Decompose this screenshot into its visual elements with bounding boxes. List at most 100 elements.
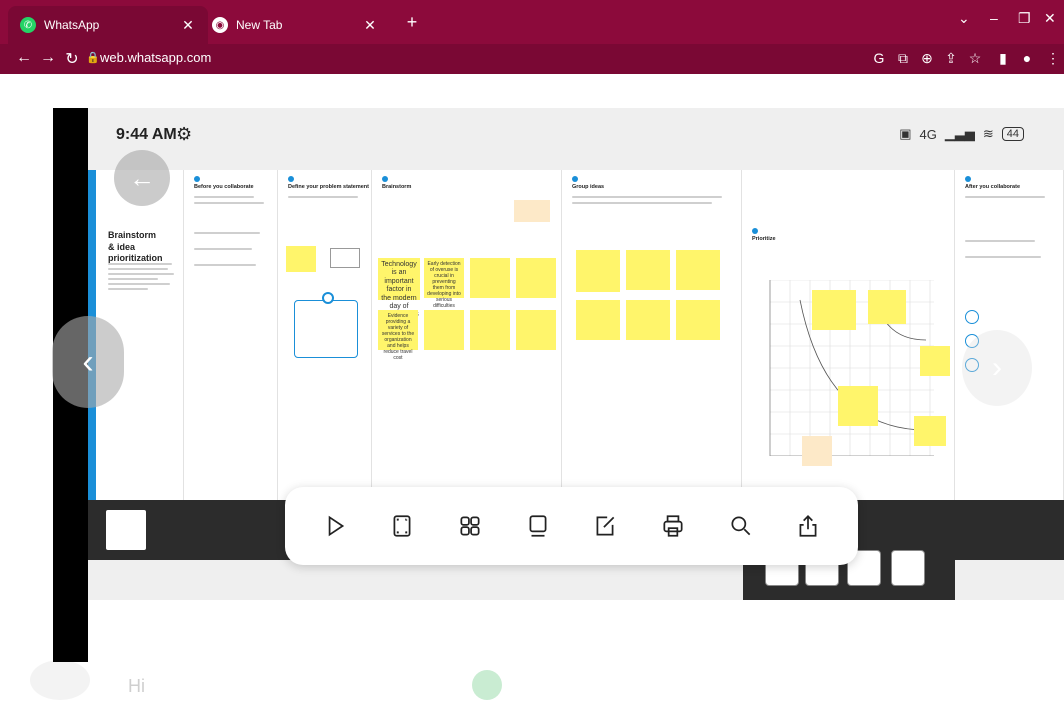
zoom-icon[interactable]: ⊕: [918, 50, 936, 67]
intro-text-placeholder: [108, 260, 178, 293]
forward-button[interactable]: →: [38, 49, 58, 67]
column-prioritize: Prioritize: [742, 170, 955, 500]
print-button[interactable]: [653, 506, 693, 546]
url-field[interactable]: web.whatsapp.com: [100, 50, 211, 65]
column-heading: Before you collaborate: [194, 184, 254, 190]
search-icon: [731, 516, 750, 536]
signal-icon: ▁▃▅: [944, 126, 975, 141]
sticky-note[interactable]: [286, 246, 316, 272]
edit-button[interactable]: [585, 506, 625, 546]
restore-button[interactable]: ❐: [1018, 10, 1031, 27]
present-button[interactable]: [518, 506, 558, 546]
share-template-icon: [965, 310, 979, 324]
share-button[interactable]: [788, 506, 828, 546]
sticky-note[interactable]: [802, 436, 832, 466]
text-line: [194, 202, 264, 204]
template-card: [330, 248, 360, 268]
chat-avatar: [30, 660, 90, 700]
sticky-note[interactable]: [576, 250, 620, 292]
close-window-button[interactable]: ✕: [1044, 10, 1056, 27]
next-image-button[interactable]: ›: [962, 330, 1032, 406]
back-arrow-button[interactable]: ←: [114, 150, 170, 206]
text-line: [572, 202, 712, 204]
chevron-down-icon[interactable]: ⌄: [958, 10, 970, 27]
status-time: 9:44 AM: [116, 126, 177, 143]
battery-level: 44: [1001, 127, 1024, 141]
sticky-note[interactable]: [914, 416, 946, 446]
sidebar-icon[interactable]: ▮: [994, 50, 1012, 67]
column-define: Define your problem statement: [278, 170, 372, 500]
sticky-note[interactable]: [812, 290, 856, 330]
column-group-ideas: Group ideas: [562, 170, 742, 500]
reload-button[interactable]: ↻: [62, 49, 82, 69]
bookmark-star-icon[interactable]: ☆: [966, 50, 984, 67]
sticky-note[interactable]: Evidence providing a variety of services…: [378, 310, 418, 361]
edit-icon: [596, 516, 615, 536]
address-bar: ← → ↻ 🔒 web.whatsapp.com G ⧉ ⊕ ⇪ ☆ ▮ ● ⋮: [0, 44, 1064, 74]
sticky-note[interactable]: [424, 310, 464, 350]
text-line: [965, 256, 1041, 258]
new-tab-button[interactable]: +: [402, 12, 422, 32]
chat-preview-text: Hi: [128, 676, 145, 696]
print-icon: [663, 515, 683, 537]
tab-title: WhatsApp: [44, 18, 100, 32]
column-heading: Group ideas: [572, 184, 605, 190]
wifi-icon: ≋: [982, 126, 994, 141]
sticky-note[interactable]: [516, 310, 556, 350]
previous-image-button[interactable]: ‹: [52, 316, 124, 408]
sticky-note[interactable]: [470, 310, 510, 350]
fullscreen-icon: [393, 515, 411, 537]
column-heading: Define your problem statement: [288, 184, 369, 190]
text-line: [965, 240, 1035, 242]
sticky-note[interactable]: [470, 258, 510, 298]
sticky-note[interactable]: [676, 300, 720, 340]
volte-icon: ▣: [899, 126, 912, 141]
grid-button[interactable]: [450, 506, 490, 546]
sticky-note[interactable]: [626, 300, 670, 340]
tab-new-tab[interactable]: ◉ New Tab ✕: [200, 6, 390, 44]
text-line: [194, 264, 256, 266]
profile-avatar[interactable]: ●: [1018, 50, 1036, 66]
step-dot: [382, 176, 388, 182]
sticky-note[interactable]: [920, 346, 950, 376]
step-dot: [288, 176, 294, 182]
close-icon[interactable]: ✕: [362, 17, 378, 34]
sticky-note[interactable]: Early detection of overuse is crucial in…: [424, 258, 464, 309]
sticky-note[interactable]: [676, 250, 720, 290]
sticky-note[interactable]: [576, 300, 620, 340]
sticky-note[interactable]: [514, 200, 550, 222]
sticky-note[interactable]: [626, 250, 670, 290]
search-button[interactable]: [721, 506, 761, 546]
present-icon: [529, 515, 547, 537]
google-icon[interactable]: G: [870, 50, 888, 66]
text-line: [194, 196, 254, 198]
install-icon[interactable]: ⧉: [894, 50, 912, 67]
sticky-note[interactable]: [868, 290, 906, 324]
tip-icon: [322, 292, 334, 304]
close-icon[interactable]: ✕: [180, 17, 196, 34]
lock-icon: 🔒: [86, 52, 100, 64]
share-icon: [799, 515, 817, 537]
fullscreen-button[interactable]: [382, 506, 422, 546]
chrome-icon: ◉: [212, 17, 228, 33]
page-thumbnail[interactable]: [891, 550, 925, 586]
share-page-icon[interactable]: ⇪: [942, 50, 960, 67]
back-button[interactable]: ←: [14, 49, 34, 67]
text-line: [194, 248, 252, 250]
play-button[interactable]: [315, 506, 355, 546]
sticky-note[interactable]: Technology is an important factor in the…: [378, 258, 420, 318]
signal-label: 4G: [919, 126, 937, 142]
column-before: Before you collaborate: [184, 170, 278, 500]
minimize-button[interactable]: –: [990, 10, 998, 26]
tab-title: New Tab: [236, 18, 283, 32]
sticky-note[interactable]: [838, 386, 878, 426]
column-brainstorm: Brainstorm Technology is an important fa…: [372, 170, 562, 500]
play-icon: [328, 515, 344, 537]
gear-icon: ⚙: [176, 124, 193, 144]
menu-icon[interactable]: ⋮: [1044, 50, 1062, 67]
tab-whatsapp[interactable]: ✆ WhatsApp ✕: [8, 6, 208, 44]
board-thumbnail[interactable]: [106, 510, 146, 550]
sticky-note[interactable]: [516, 258, 556, 298]
unread-badge: [472, 670, 502, 700]
tips-card: [294, 300, 358, 358]
